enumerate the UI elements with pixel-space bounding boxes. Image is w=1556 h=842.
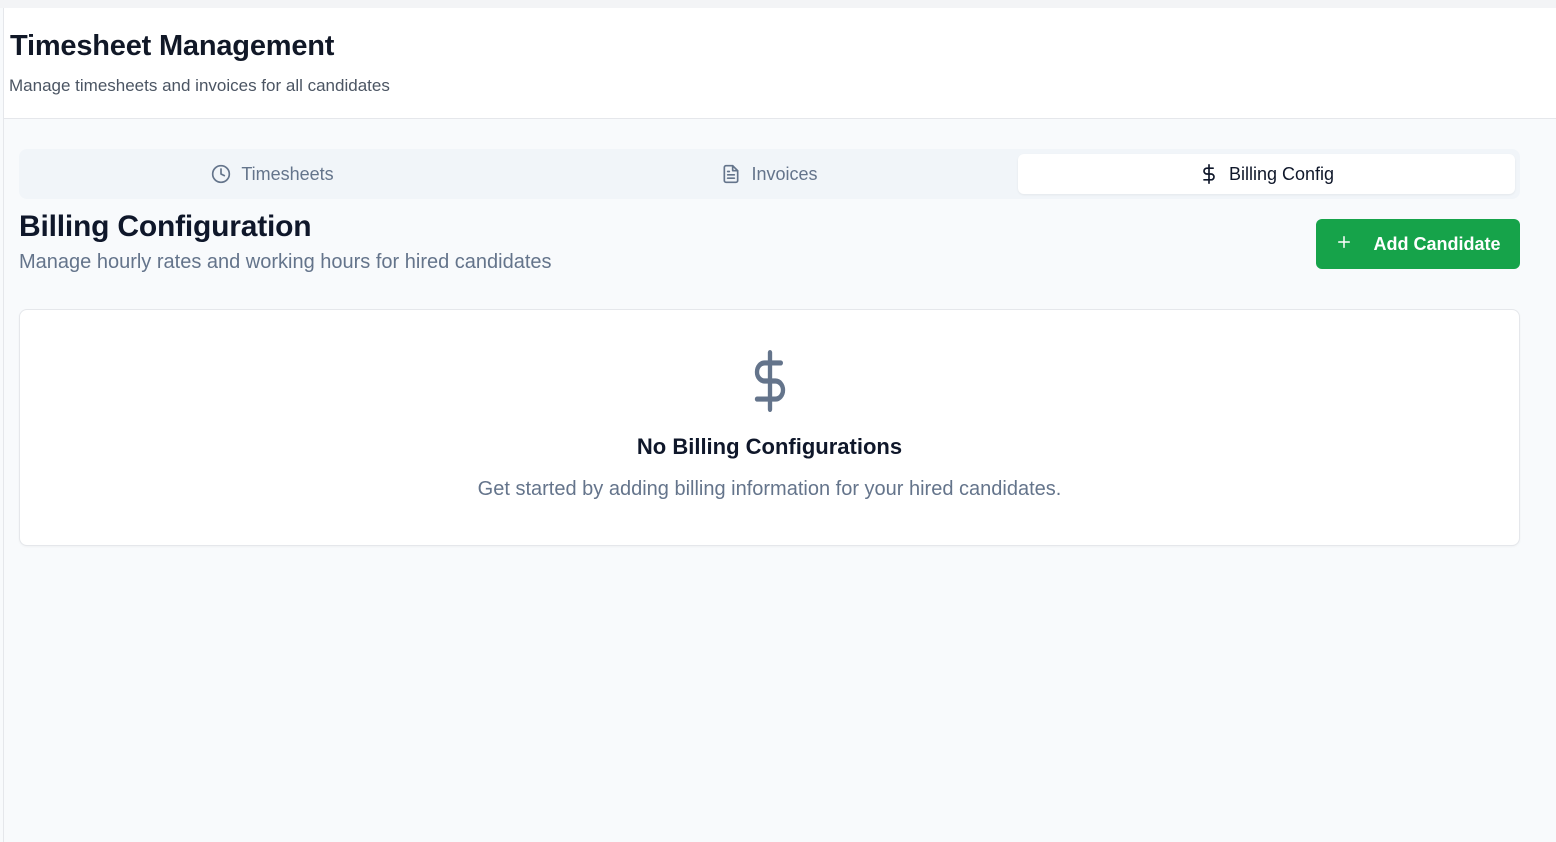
tab-label: Invoices <box>751 163 818 184</box>
empty-state-title: No Billing Configurations <box>636 434 903 459</box>
dollar-icon <box>744 350 796 417</box>
add-candidate-label: Add Candidate <box>1373 233 1501 254</box>
tab-timesheets[interactable]: Timesheets <box>24 154 521 194</box>
left-divider <box>3 8 4 842</box>
tab-label: Timesheets <box>241 163 334 184</box>
tab-label: Billing Config <box>1228 163 1335 184</box>
page-title: Timesheet Management <box>10 30 335 62</box>
section-title: Billing Configuration <box>19 210 312 243</box>
tab-invoices[interactable]: Invoices <box>521 154 1018 194</box>
plus-icon <box>1335 233 1353 256</box>
dollar-icon <box>1199 164 1219 184</box>
tab-billing-config[interactable]: Billing Config <box>1018 154 1515 194</box>
browser-top-strip <box>0 0 1556 8</box>
add-candidate-button[interactable]: Add Candidate <box>1316 219 1520 269</box>
empty-state-description: Get started by adding billing informatio… <box>477 478 1062 500</box>
file-text-icon <box>721 164 741 184</box>
section-subtitle: Manage hourly rates and working hours fo… <box>19 251 552 273</box>
page-subtitle: Manage timesheets and invoices for all c… <box>9 76 390 95</box>
tab-list: Timesheets Invoices Billing Config <box>19 149 1520 199</box>
clock-icon <box>211 164 231 184</box>
page-header: Timesheet Management Manage timesheets a… <box>4 8 1556 119</box>
empty-state-card: No Billing Configurations Get started by… <box>19 309 1520 546</box>
